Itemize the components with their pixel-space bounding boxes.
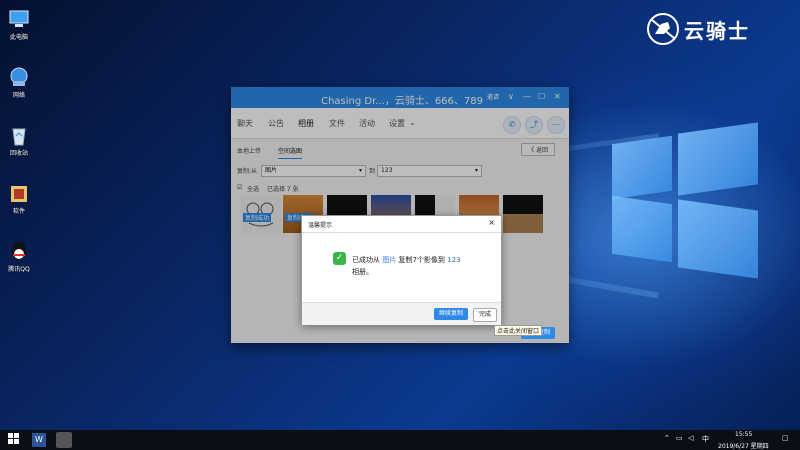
taskbar: W ⌃ ▭ ◁ 中 15:55 2019/6/27 星期四 ▢ xyxy=(0,430,800,450)
success-dialog: 温馨提示 × ✓ 已成功从 图片 复制7个影像到 123 相册。 继续复制 完成 xyxy=(301,215,502,325)
continue-copy-button[interactable]: 继续复制 xyxy=(434,308,469,320)
notification-icon[interactable]: ▢ xyxy=(782,434,789,442)
dialog-close-icon[interactable]: × xyxy=(488,218,495,227)
message-target: 123 xyxy=(447,256,461,264)
windows-logo-pane xyxy=(678,122,758,196)
network-icon xyxy=(8,66,30,88)
dialog-header: 温馨提示 × xyxy=(302,216,501,233)
desktop-icon-label: 此电脑 xyxy=(9,34,28,41)
message-middle: 复制7个影像到 xyxy=(398,256,445,264)
windows-logo-pane xyxy=(678,199,758,279)
windows-logo-pane xyxy=(612,135,672,200)
check-icon: ✓ xyxy=(333,252,346,265)
windows-start-icon[interactable] xyxy=(8,433,20,447)
logo-text: 云骑士 xyxy=(684,18,750,43)
done-button[interactable]: 完成 xyxy=(473,308,498,322)
clock-time[interactable]: 15:55 xyxy=(735,431,752,438)
desktop-icon-network[interactable]: 网络 xyxy=(2,66,36,99)
folder-icon xyxy=(8,182,30,204)
desktop-icon-label: 腾讯QQ xyxy=(8,266,30,273)
message-source: 图片 xyxy=(382,256,397,264)
network-tray-icon[interactable]: ▭ xyxy=(676,434,683,442)
dialog-footer: 继续复制 完成 xyxy=(302,302,501,325)
app-taskbar-icon[interactable] xyxy=(56,432,72,448)
recycle-bin-icon xyxy=(8,124,30,146)
message-suffix: 相册。 xyxy=(352,268,373,276)
desktop-icon-recycle-bin[interactable]: 回收站 xyxy=(2,124,36,157)
desktop-icon-qq[interactable]: 腾讯QQ xyxy=(2,240,36,273)
volume-icon[interactable]: ◁ xyxy=(688,434,693,442)
windows-logo-pane xyxy=(612,195,672,263)
ime-indicator[interactable]: 中 xyxy=(702,434,709,444)
desktop-icon-computer[interactable]: 此电脑 xyxy=(2,8,36,41)
dialog-message: 已成功从 图片 复制7个影像到 123 相册。 xyxy=(352,254,461,278)
qq-icon xyxy=(8,240,30,262)
message-prefix: 已成功从 xyxy=(352,256,380,264)
desktop-icon-software[interactable]: 软件 xyxy=(2,182,36,215)
brand-logo: 云骑士 xyxy=(646,12,750,46)
desktop-icon-label: 回收站 xyxy=(9,150,28,157)
tray-arrow-icon[interactable]: ⌃ xyxy=(664,434,670,442)
clock-date[interactable]: 2019/6/27 星期四 xyxy=(718,441,769,450)
word-icon[interactable]: W xyxy=(32,433,46,447)
knight-logo-icon xyxy=(647,13,679,45)
desktop-icon-label: 网络 xyxy=(12,92,25,99)
computer-icon xyxy=(8,8,30,30)
tooltip: 点击此关闭窗口 xyxy=(494,325,543,336)
desktop-icon-label: 软件 xyxy=(12,208,25,215)
dialog-title: 温馨提示 xyxy=(308,222,333,229)
